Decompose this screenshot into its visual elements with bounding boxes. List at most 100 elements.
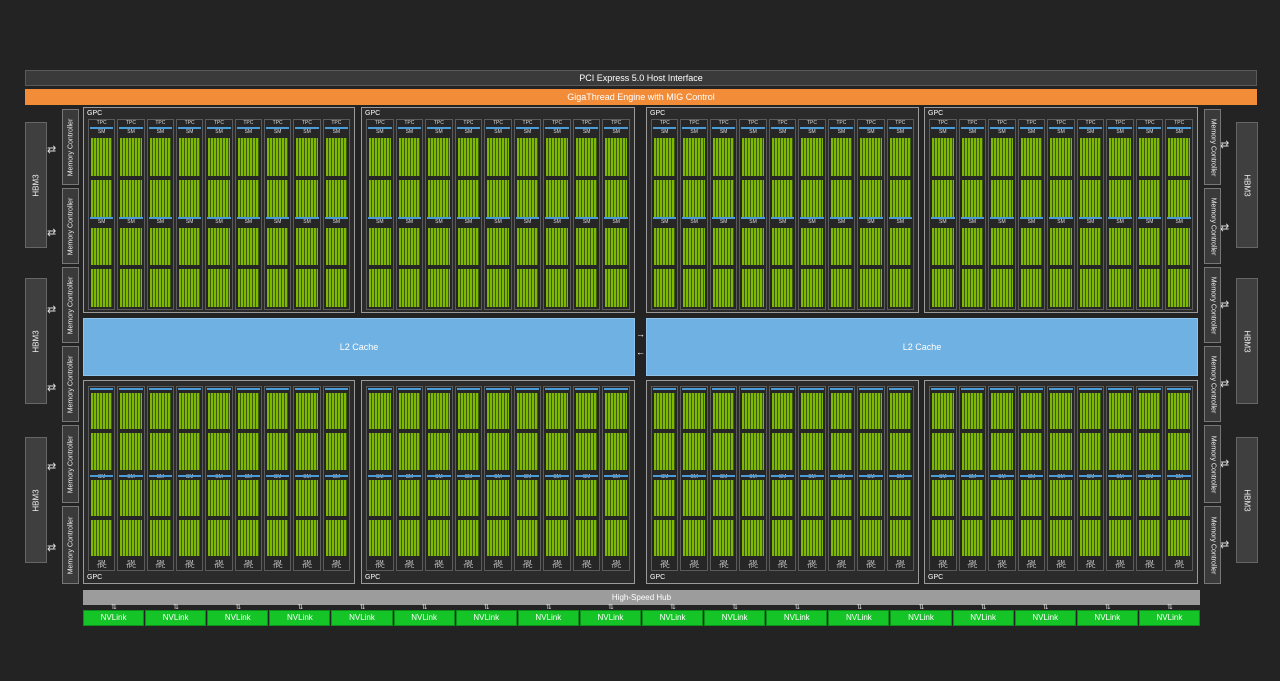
tpc-column: TPC SM SM — [827, 386, 856, 571]
bidirectional-arrow-icon: ⇄ — [1220, 299, 1229, 311]
sm-core-array — [1168, 479, 1190, 516]
sm-core-array — [369, 519, 391, 556]
sm-core-array — [1020, 269, 1043, 307]
pcie-host-interface: PCI Express 5.0 Host Interface — [25, 70, 1257, 86]
sm-label: SM — [612, 560, 620, 566]
tpc-label: TPC — [1085, 120, 1096, 126]
sm-label: SM — [185, 129, 194, 135]
bidirectional-arrow-icon: ⇄ — [1220, 458, 1229, 470]
sm-scheduler-bar — [324, 474, 348, 477]
sm-core-array — [1109, 519, 1131, 556]
sm-scheduler-bar — [711, 474, 736, 477]
sm-core-array — [325, 138, 347, 176]
sm-core-array — [1079, 269, 1102, 307]
memory-controller-label: Memory Controller — [67, 197, 75, 255]
sm-core-array — [575, 519, 598, 556]
sm-label: SM — [719, 560, 728, 566]
sm-label: SM — [405, 218, 414, 225]
sm-label: SM — [523, 218, 532, 225]
tpc-label: TPC — [552, 120, 563, 126]
sm-core-array — [860, 269, 882, 307]
sm-core-array — [120, 393, 142, 430]
sm-core-array — [771, 433, 794, 470]
sm-core-array — [516, 227, 539, 266]
tpc-column: TPC SM SM — [234, 386, 262, 571]
sm-core-array — [771, 179, 794, 218]
sm-label: SM — [185, 560, 194, 566]
sm-core-array — [179, 393, 201, 430]
sm-core-array — [1050, 269, 1072, 307]
nvlink-arrow-icon: ⇅ — [980, 604, 987, 611]
sm-core-array — [237, 138, 259, 176]
sm-core-array — [961, 433, 984, 470]
sm-label: SM — [464, 129, 473, 135]
gpc-label: GPC — [928, 574, 944, 581]
sm-core-array — [991, 479, 1013, 516]
sm-label: SM — [376, 560, 384, 566]
sm-core-array — [120, 433, 142, 470]
tpc-column: TPC SM SM — [929, 119, 957, 310]
sm-core-array — [742, 227, 764, 266]
sm-label: SM — [494, 218, 502, 225]
l2-crossbar-arrow-icon: → ← — [636, 329, 645, 357]
sm-core-array — [1168, 227, 1190, 266]
tpc-column: TPC SM SM — [798, 119, 826, 310]
sm-scheduler-bar — [295, 474, 319, 477]
bidirectional-arrow-icon: ⇄ — [47, 461, 56, 473]
sm-core-array — [654, 393, 676, 430]
sm-core-array — [991, 393, 1013, 430]
sm-core-array — [1138, 138, 1161, 176]
sm-core-array — [369, 138, 391, 176]
sm-core-array — [605, 179, 627, 218]
sm-core-array — [889, 269, 911, 307]
hbm-label: HBM3 — [31, 329, 41, 353]
sm-core-array — [801, 179, 823, 218]
sm-core-array — [267, 138, 289, 176]
sm-scheduler-bar — [515, 388, 540, 390]
nvlink-arrow-icon: ⇅ — [297, 604, 304, 611]
sm-core-array — [1050, 138, 1072, 176]
sm-core-array — [889, 519, 911, 556]
sm-core-array — [1079, 433, 1102, 470]
sm-core-array — [683, 227, 705, 266]
tpc-label: TPC — [155, 120, 166, 126]
sm-label: SM — [376, 129, 384, 135]
sm-core-array — [91, 393, 113, 430]
sm-core-array — [742, 179, 764, 218]
sm-core-array — [771, 138, 794, 176]
tpc-column: TPC SM SM — [1076, 386, 1105, 571]
tpc-column: TPC SM SM — [293, 386, 321, 571]
sm-scheduler-bar — [427, 388, 451, 390]
sm-label: SM — [553, 560, 561, 566]
sm-core-array — [1050, 393, 1072, 430]
sm-core-array — [712, 393, 735, 430]
sm-core-array — [428, 393, 450, 430]
sm-core-array — [801, 433, 823, 470]
sm-core-array — [179, 479, 201, 516]
sm-core-array — [1138, 479, 1161, 516]
gpc-block: GPC TPC SM SM TPC SM SM TPC SM SM TPC SM SM TPC SM SM TP… — [83, 380, 355, 584]
memory-controller: Memory Controller — [1204, 267, 1221, 343]
hbm-stack-right-3: HBM3 — [1236, 437, 1258, 563]
tpc-column: TPC SM SM — [454, 386, 483, 571]
tpc-column: TPC SM SM — [484, 386, 512, 571]
sm-scheduler-bar — [90, 474, 114, 477]
sm-label: SM — [215, 560, 223, 566]
sm-label: SM — [808, 129, 816, 135]
sm-scheduler-bar — [456, 388, 481, 390]
sm-scheduler-bar — [770, 474, 795, 477]
memory-controller-label: Memory Controller — [67, 355, 75, 413]
hbm-label: HBM3 — [31, 173, 41, 197]
sm-core-array — [932, 479, 954, 516]
sm-scheduler-bar — [653, 474, 677, 477]
sm-core-array — [296, 479, 318, 516]
sm-core-array — [325, 479, 347, 516]
sm-core-array — [1138, 269, 1161, 307]
sm-label: SM — [332, 560, 341, 566]
sm-core-array — [208, 138, 230, 176]
sm-core-array — [267, 227, 289, 266]
sm-core-array — [830, 269, 853, 307]
sm-core-array — [932, 179, 954, 218]
sm-label: SM — [1057, 218, 1065, 225]
sm-core-array — [91, 138, 113, 176]
